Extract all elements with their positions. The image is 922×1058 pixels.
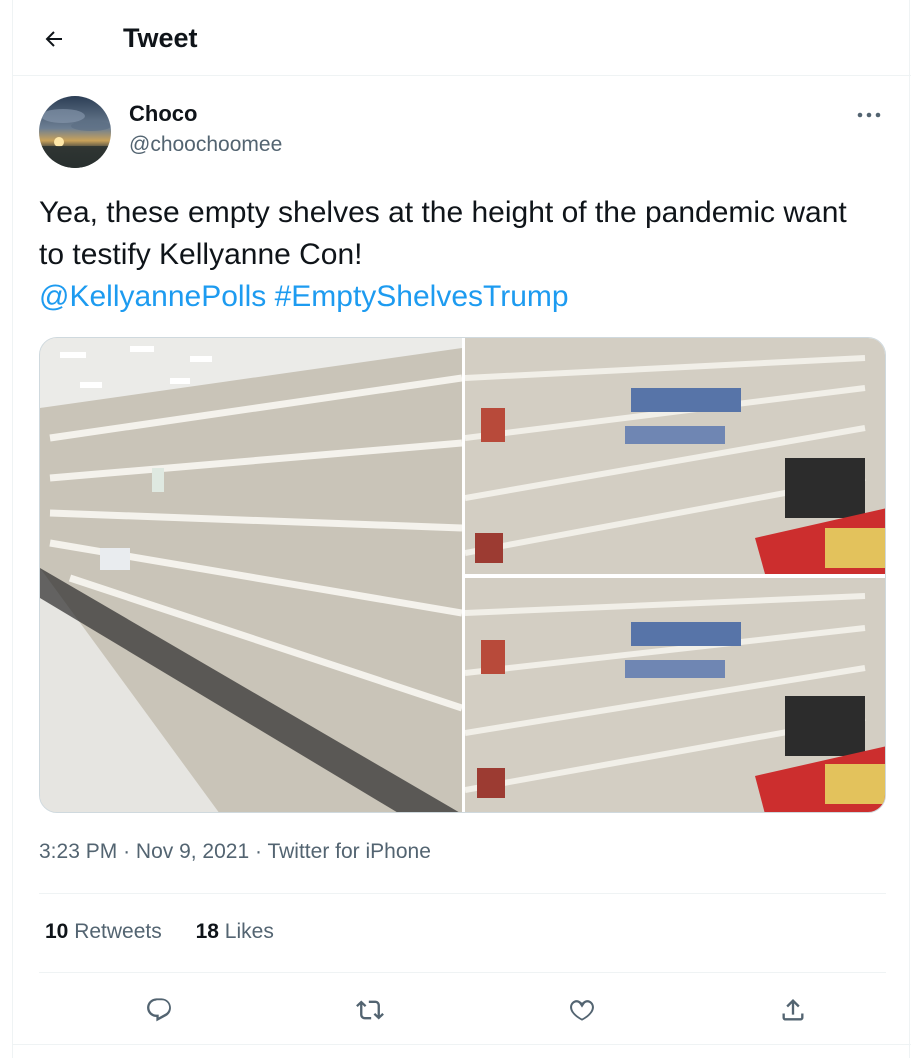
media-grid (39, 337, 886, 813)
like-icon (570, 1000, 594, 1021)
retweet-icon (356, 1000, 384, 1020)
photo-shelves-with-cans (465, 338, 885, 574)
retweets-label: Retweets (74, 920, 162, 943)
author-name[interactable]: Choco (129, 100, 197, 128)
back-button[interactable] (35, 20, 73, 58)
retweet-button[interactable] (348, 988, 392, 1032)
tweet-date[interactable]: Nov 9, 2021 (136, 840, 249, 863)
top-bar: Tweet (13, 0, 911, 76)
action-bar (39, 988, 886, 1032)
divider (39, 893, 886, 894)
retweets-stat[interactable]: 10 Retweets (45, 920, 162, 943)
profile-avatar-image (39, 96, 111, 168)
tweet-text: Yea, these empty shelves at the height o… (39, 192, 879, 318)
reply-button[interactable] (137, 988, 181, 1032)
tweet-source[interactable]: Twitter for iPhone (267, 840, 430, 863)
reply-icon (147, 998, 171, 1022)
author-handle[interactable]: @choochoomee (129, 131, 282, 159)
more-options-button[interactable] (849, 100, 889, 130)
arrow-left-icon (45, 31, 62, 47)
like-button[interactable] (560, 988, 604, 1032)
divider (13, 1044, 911, 1045)
photo-empty-shelves-aisle (40, 338, 462, 812)
photo-3[interactable] (465, 578, 885, 812)
share-icon (782, 999, 804, 1021)
mention-link[interactable]: @KellyannePolls (39, 280, 266, 313)
likes-stat[interactable]: 18 Likes (196, 920, 274, 943)
hashtag-link[interactable]: #EmptyShelvesTrump (275, 280, 569, 313)
photo-2[interactable] (465, 338, 885, 574)
share-button[interactable] (771, 988, 815, 1032)
retweets-count: 10 (45, 920, 69, 943)
photo-1[interactable] (40, 338, 462, 812)
tweet-metadata: 3:23 PM · Nov 9, 2021 · Twitter for iPho… (39, 838, 431, 866)
page-title: Tweet (123, 23, 198, 53)
divider (39, 972, 886, 973)
likes-count: 18 (195, 920, 219, 943)
meta-separator: · (123, 840, 131, 863)
tweet-detail-frame: Tweet Choco @choochoomee Yea, these empt… (12, 0, 911, 1058)
tweet-body: Yea, these empty shelves at the height o… (39, 196, 847, 271)
tweet-time[interactable]: 3:23 PM (39, 840, 117, 863)
photo-shelves-with-cans-2 (465, 578, 885, 812)
tweet-stats: 10 Retweets 18 Likes (45, 918, 302, 946)
more-horizontal-icon (857, 112, 881, 118)
meta-separator: · (255, 840, 262, 863)
avatar[interactable] (39, 96, 111, 168)
likes-label: Likes (224, 920, 274, 943)
